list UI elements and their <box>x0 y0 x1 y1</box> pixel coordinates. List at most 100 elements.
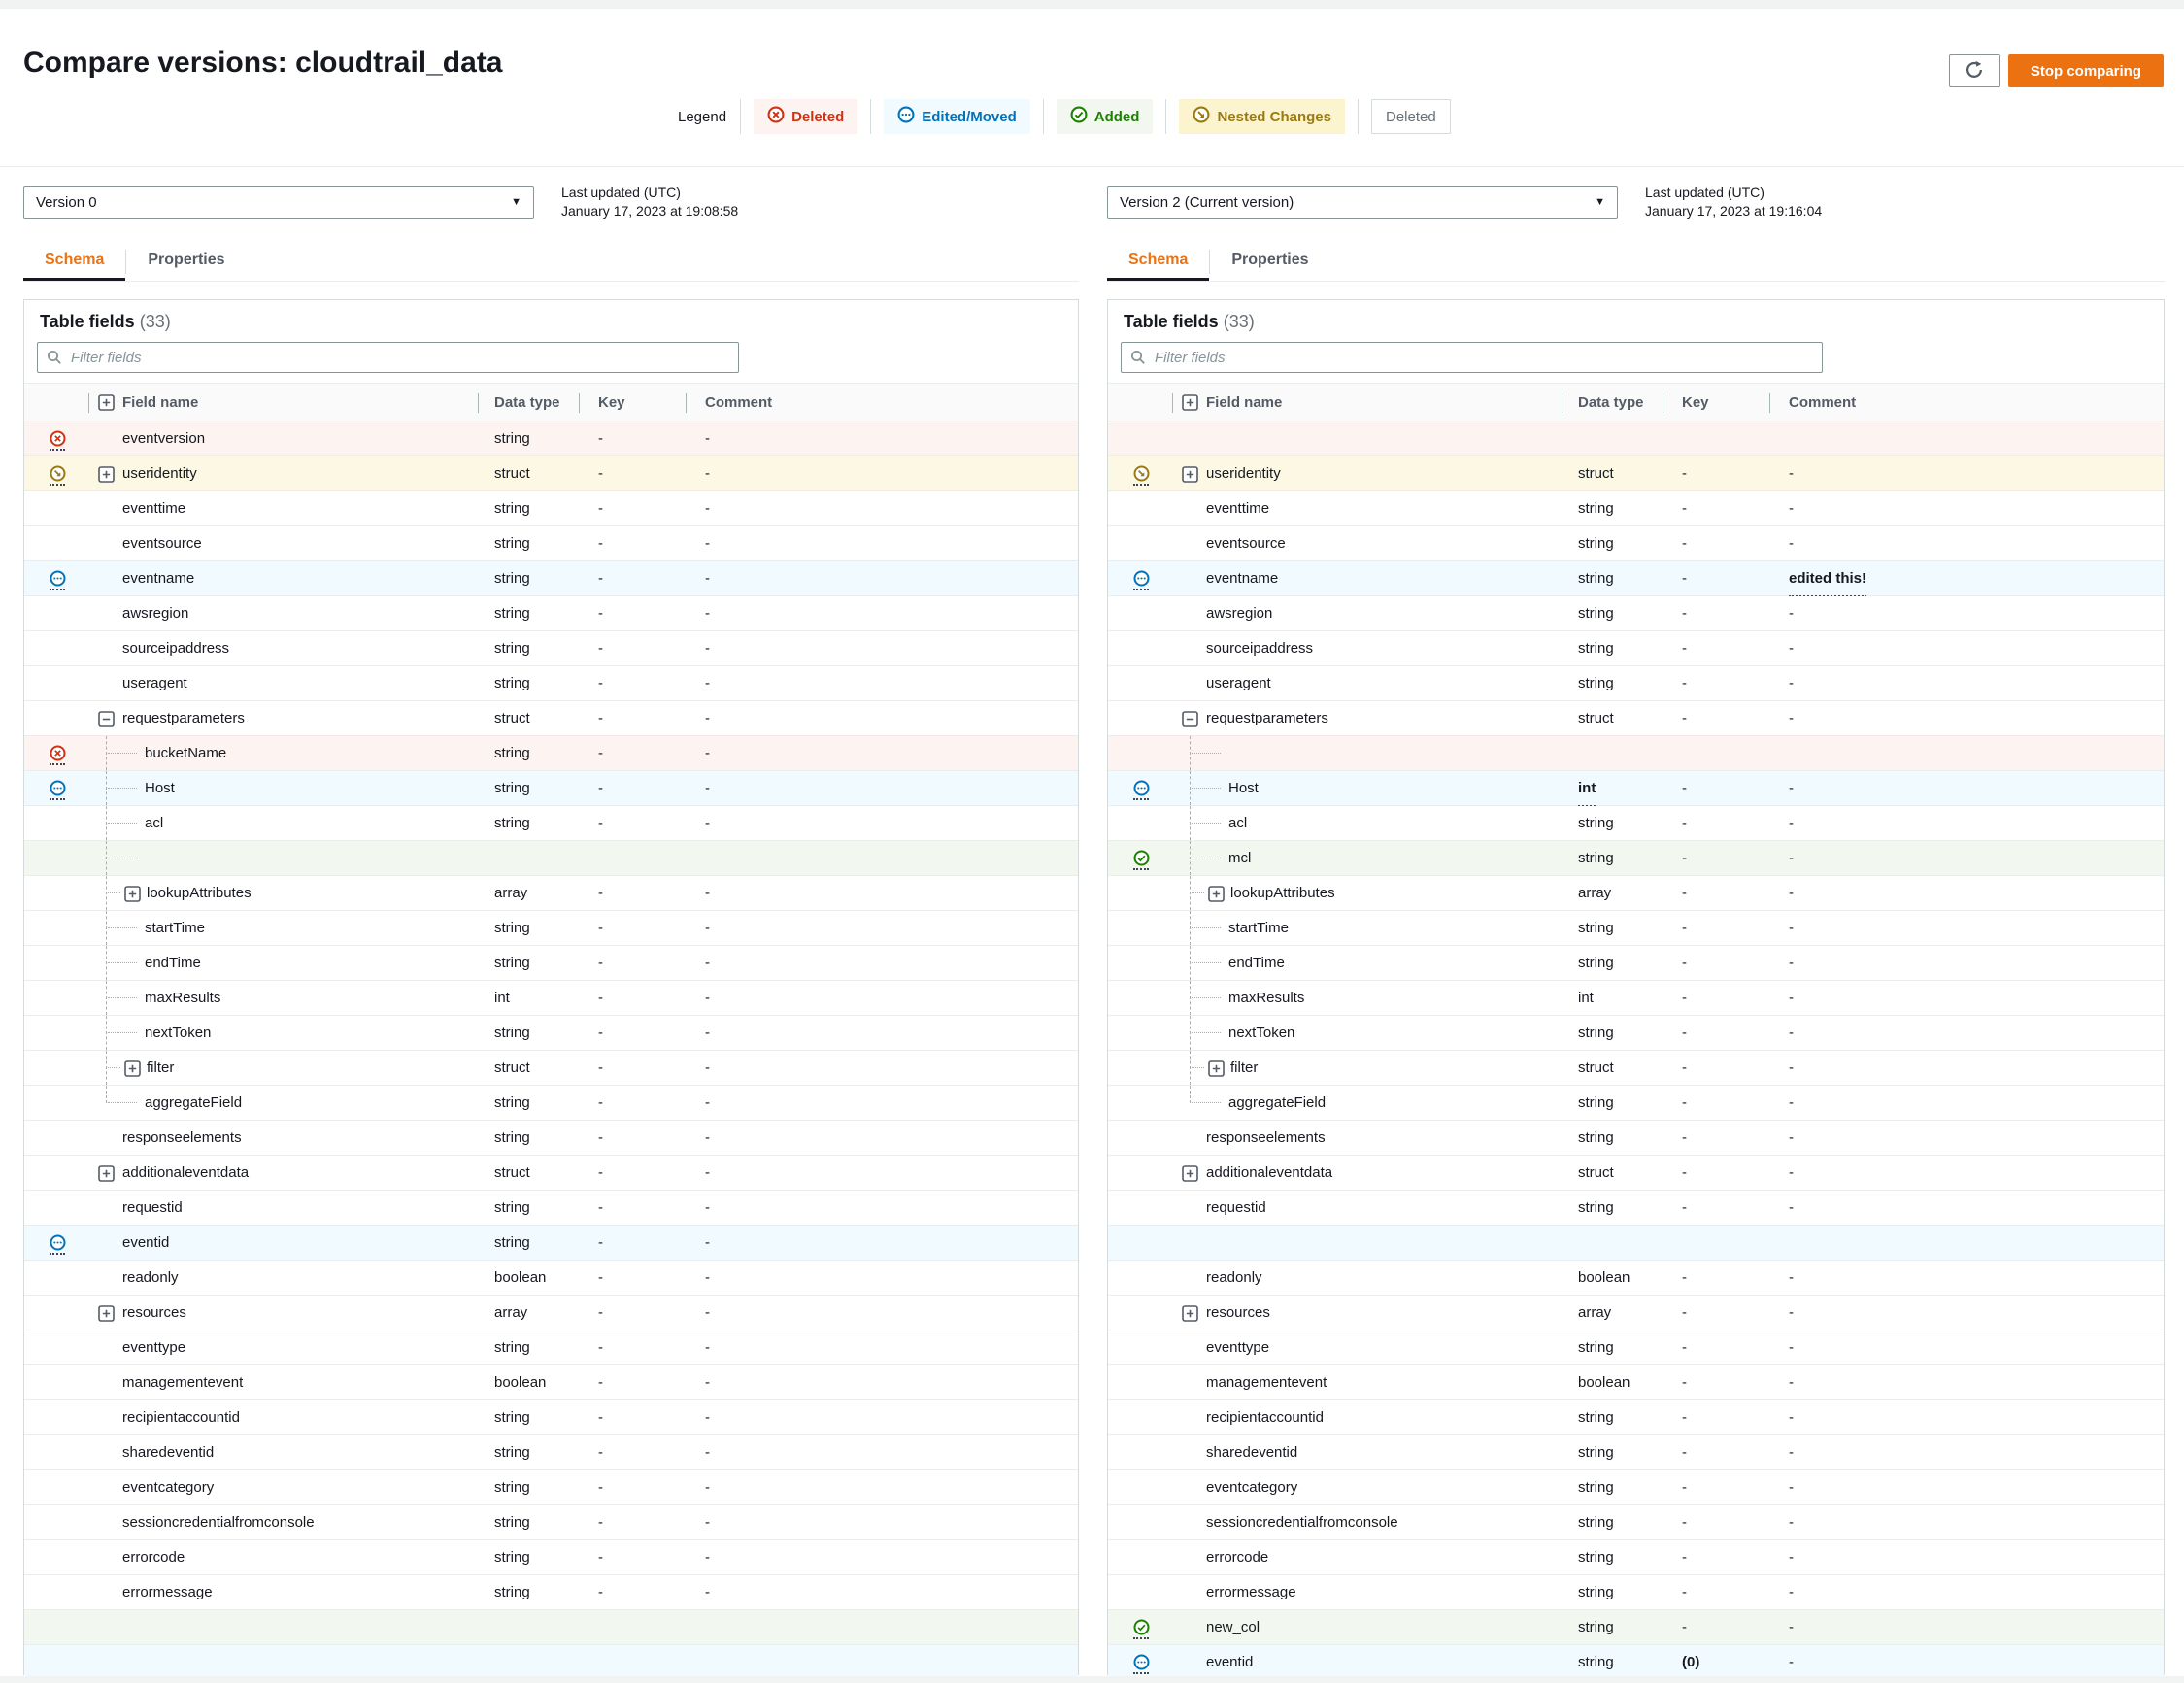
column-separator <box>686 393 687 413</box>
field-key: - <box>598 780 603 796</box>
field-data-type[interactable]: struct <box>494 1156 530 1191</box>
filter-input[interactable] <box>1121 342 1823 373</box>
table-row: nextToken string - - <box>1108 1016 2164 1051</box>
field-key: - <box>598 1304 603 1321</box>
version-select-right[interactable]: Version 2 (Current version) ▼ <box>1107 186 1618 219</box>
field-name: awsregion <box>1206 605 1273 622</box>
field-comment: - <box>705 1409 710 1426</box>
field-key: - <box>598 990 603 1006</box>
table-row: awsregion string - - <box>24 596 1078 631</box>
expand-toggle-icon[interactable] <box>124 1060 141 1082</box>
field-data-type: boolean <box>494 1269 547 1286</box>
field-data-type: string <box>494 1199 530 1216</box>
expand-toggle-icon[interactable] <box>98 1305 115 1327</box>
filter-input[interactable] <box>37 342 739 373</box>
table-row: eventname string - edited this! <box>1108 561 2164 597</box>
field-comment: - <box>705 535 710 552</box>
table-row: startTime string - - <box>24 911 1078 946</box>
tooltip-dots <box>50 798 65 800</box>
field-comment: - <box>1789 1374 1794 1391</box>
table-row: eventid string (0) - <box>1108 1645 2164 1681</box>
field-name: requestparameters <box>1206 710 1328 726</box>
tree-leader <box>1192 753 1221 754</box>
table-row: eventcategory string - - <box>24 1470 1078 1505</box>
expand-all-icon[interactable] <box>98 394 115 415</box>
expand-toggle-icon[interactable] <box>98 1165 115 1187</box>
tree-guide <box>1190 911 1191 945</box>
field-data-type[interactable]: struct <box>1578 701 1614 736</box>
table-row: eventsource string - - <box>24 526 1078 561</box>
tabs-right: Schema Properties <box>1107 243 2165 282</box>
table-row: sessioncredentialfromconsole string - - <box>1108 1505 2164 1540</box>
column-header-data-type: Data type <box>1578 394 1644 411</box>
expand-toggle-icon[interactable] <box>124 886 141 907</box>
field-comment: - <box>705 1339 710 1356</box>
field-data-type[interactable]: array <box>1578 1296 1611 1330</box>
tab-properties[interactable]: Properties <box>126 243 246 281</box>
field-comment: - <box>1789 1409 1794 1426</box>
field-comment: - <box>1789 710 1794 726</box>
field-data-type[interactable]: int <box>1578 773 1596 807</box>
field-key: - <box>1682 1409 1687 1426</box>
field-data-type[interactable]: struct <box>494 1051 530 1086</box>
field-comment: - <box>1789 815 1794 831</box>
refresh-button[interactable] <box>1948 54 2000 87</box>
tree-leader <box>1192 927 1221 928</box>
field-name: filter <box>1230 1060 1259 1076</box>
field-key: - <box>598 885 603 901</box>
field-comment: - <box>705 990 710 1006</box>
expand-toggle-icon[interactable] <box>98 466 115 488</box>
expand-toggle-icon[interactable] <box>1182 1305 1198 1327</box>
tree-guide <box>1190 1016 1191 1050</box>
field-key: - <box>1682 1339 1687 1356</box>
column-header-field-name: Field name <box>1206 394 1283 411</box>
table-row: aggregateField string - - <box>24 1086 1078 1121</box>
tab-properties[interactable]: Properties <box>1210 243 1329 281</box>
field-name: errorcode <box>122 1549 185 1565</box>
tree-leader <box>108 1102 137 1103</box>
expand-all-icon[interactable] <box>1182 394 1198 415</box>
field-key: - <box>598 1549 603 1565</box>
field-key: - <box>1682 1060 1687 1076</box>
stop-comparing-button[interactable]: Stop comparing <box>2007 54 2164 87</box>
field-data-type[interactable]: struct <box>494 456 530 491</box>
field-data-type[interactable]: array <box>494 876 527 911</box>
field-name: eventtype <box>122 1339 186 1356</box>
collapse-toggle-icon[interactable] <box>98 711 115 732</box>
table-body: eventversion string - - useridentity struct - -… <box>24 421 1078 1680</box>
expand-toggle-icon[interactable] <box>1182 1165 1198 1187</box>
field-name: requestparameters <box>122 710 245 726</box>
table-row <box>1108 421 2164 456</box>
field-data-type[interactable]: struct <box>1578 1051 1614 1086</box>
table-body: useridentity struct - - eventtime string - - eve… <box>1108 421 2164 1681</box>
field-data-type[interactable]: array <box>494 1296 527 1330</box>
field-name: readonly <box>122 1269 179 1286</box>
expand-toggle-icon[interactable] <box>1208 1060 1225 1082</box>
field-name: requestid <box>1206 1199 1266 1216</box>
field-data-type: string <box>494 1234 530 1251</box>
expand-toggle-icon[interactable] <box>1208 886 1225 907</box>
field-data-type[interactable]: struct <box>1578 456 1614 491</box>
tooltip-dots <box>1133 589 1149 590</box>
field-name: eventcategory <box>1206 1479 1298 1496</box>
field-data-type[interactable]: struct <box>1578 1156 1614 1191</box>
field-key: - <box>598 1094 603 1111</box>
field-name: endTime <box>145 955 201 971</box>
last-updated-label: Last updated (UTC) <box>561 185 681 200</box>
field-data-type[interactable]: array <box>1578 876 1611 911</box>
table-row: recipientaccountid string - - <box>24 1400 1078 1435</box>
expand-toggle-icon[interactable] <box>1182 466 1198 488</box>
tab-schema[interactable]: Schema <box>23 243 126 281</box>
field-name: requestid <box>122 1199 183 1216</box>
collapse-toggle-icon[interactable] <box>1182 711 1198 732</box>
field-key: - <box>1682 1514 1687 1531</box>
field-data-type[interactable]: struct <box>494 701 530 736</box>
table-row: recipientaccountid string - - <box>1108 1400 2164 1435</box>
field-comment[interactable]: edited this! <box>1789 563 1867 597</box>
field-data-type: string <box>1578 1584 1614 1600</box>
version-select-left[interactable]: Version 0 ▼ <box>23 186 534 219</box>
top-strip <box>0 0 2184 9</box>
table-row: managementevent boolean - - <box>24 1365 1078 1400</box>
tab-schema[interactable]: Schema <box>1107 243 1210 281</box>
tree-guide <box>106 771 107 805</box>
